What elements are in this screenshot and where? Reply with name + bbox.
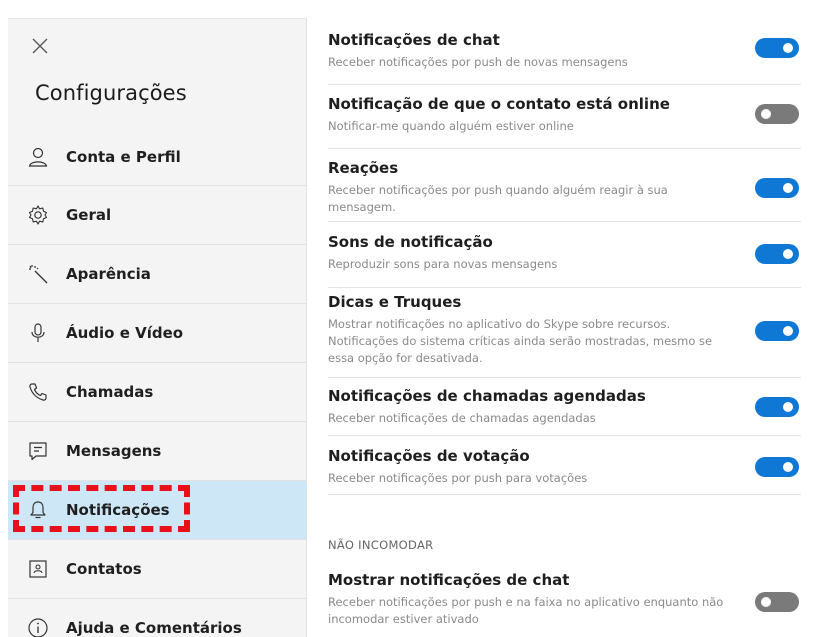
setting-title: Notificações de chamadas agendadas [328, 387, 646, 405]
phone-icon [27, 381, 49, 403]
sidebar-item-contacts[interactable]: Contatos [8, 539, 306, 598]
close-icon [32, 38, 48, 54]
setting-title: Sons de notificação [328, 233, 493, 251]
setting-dnd-chat: Mostrar notificações de chat Receber not… [328, 570, 801, 632]
sidebar-item-label: Chamadas [66, 383, 154, 401]
setting-tips-tricks: Dicas e Truques Mostrar notificações no … [328, 292, 801, 378]
contact-online-toggle[interactable] [755, 104, 799, 124]
reactions-toggle[interactable] [755, 178, 799, 198]
sidebar-item-label: Aparência [66, 265, 151, 283]
contact-card-icon [27, 558, 49, 580]
setting-description: Reproduzir sons para novas mensagens [328, 257, 558, 271]
gear-icon [27, 204, 49, 226]
sidebar-item-label: Conta e Perfil [66, 147, 181, 166]
setting-description: Mostrar notificações no aplicativo do Sk… [328, 317, 713, 365]
tips-tricks-toggle[interactable] [755, 321, 799, 341]
close-button[interactable] [30, 36, 50, 56]
setting-description: Receber notificações por push e na faixa… [328, 595, 724, 626]
magic-wand-icon [27, 263, 49, 285]
dnd-chat-toggle[interactable] [755, 592, 799, 612]
setting-reactions: Reações Receber notificações por push qu… [328, 158, 801, 222]
scheduled-calls-toggle[interactable] [755, 397, 799, 417]
message-icon [27, 440, 49, 462]
settings-title: Configurações [35, 81, 187, 105]
setting-title: Notificações de chat [328, 31, 500, 49]
sidebar-item-calls[interactable]: Chamadas [8, 362, 306, 421]
section-header-dnd: NÃO INCOMODAR [328, 538, 434, 552]
sidebar-item-help[interactable]: Ajuda e Comentários [8, 598, 306, 637]
polls-toggle[interactable] [755, 457, 799, 477]
sidebar-item-account[interactable]: Conta e Perfil [8, 127, 306, 186]
setting-scheduled-calls: Notificações de chamadas agendadas Receb… [328, 386, 801, 436]
setting-title: Notificações de votação [328, 447, 530, 465]
bell-icon [27, 499, 49, 521]
setting-title: Notificação de que o contato está online [328, 95, 670, 113]
setting-description: Receber notificações por push para votaç… [328, 471, 588, 485]
sidebar-item-label: Contatos [66, 560, 142, 578]
setting-title: Reações [328, 159, 399, 177]
sidebar-item-audio-video[interactable]: Áudio e Vídeo [8, 303, 306, 362]
setting-contact-online: Notificação de que o contato está online… [328, 94, 801, 149]
sidebar-item-label: Áudio e Vídeo [66, 324, 184, 342]
sidebar-item-label: Notificações [66, 501, 170, 519]
notification-sounds-toggle[interactable] [755, 244, 799, 264]
microphone-icon [27, 322, 49, 344]
sidebar-item-general[interactable]: Geral [8, 185, 306, 244]
setting-description: Receber notificações por push quando alg… [328, 183, 668, 214]
setting-description: Receber notificações de chamadas agendad… [328, 411, 596, 425]
info-icon [27, 617, 49, 637]
sidebar-item-messages[interactable]: Mensagens [8, 421, 306, 480]
setting-title: Mostrar notificações de chat [328, 571, 570, 589]
setting-notification-sounds: Sons de notificação Reproduzir sons para… [328, 232, 801, 288]
setting-description: Notificar-me quando alguém estiver onlin… [328, 119, 574, 133]
sidebar-item-notifications[interactable]: Notificações [8, 480, 306, 539]
setting-polls: Notificações de votação Receber notifica… [328, 446, 801, 495]
sidebar-item-label: Geral [66, 206, 112, 224]
sidebar-item-label: Mensagens [66, 442, 162, 460]
chat-notifications-toggle[interactable] [755, 38, 799, 58]
setting-chat-notifications: Notificações de chat Receber notificaçõe… [328, 30, 801, 85]
setting-description: Receber notificações por push de novas m… [328, 55, 628, 69]
setting-title: Dicas e Truques [328, 293, 462, 311]
settings-sidebar: Configurações Conta e Perfil Geral Aparê… [8, 18, 307, 637]
notifications-panel: Notificações de chat Receber notificaçõe… [307, 18, 817, 637]
sidebar-item-appearance[interactable]: Aparência [8, 244, 306, 303]
person-icon [27, 146, 49, 168]
sidebar-item-label: Ajuda e Comentários [66, 619, 242, 637]
